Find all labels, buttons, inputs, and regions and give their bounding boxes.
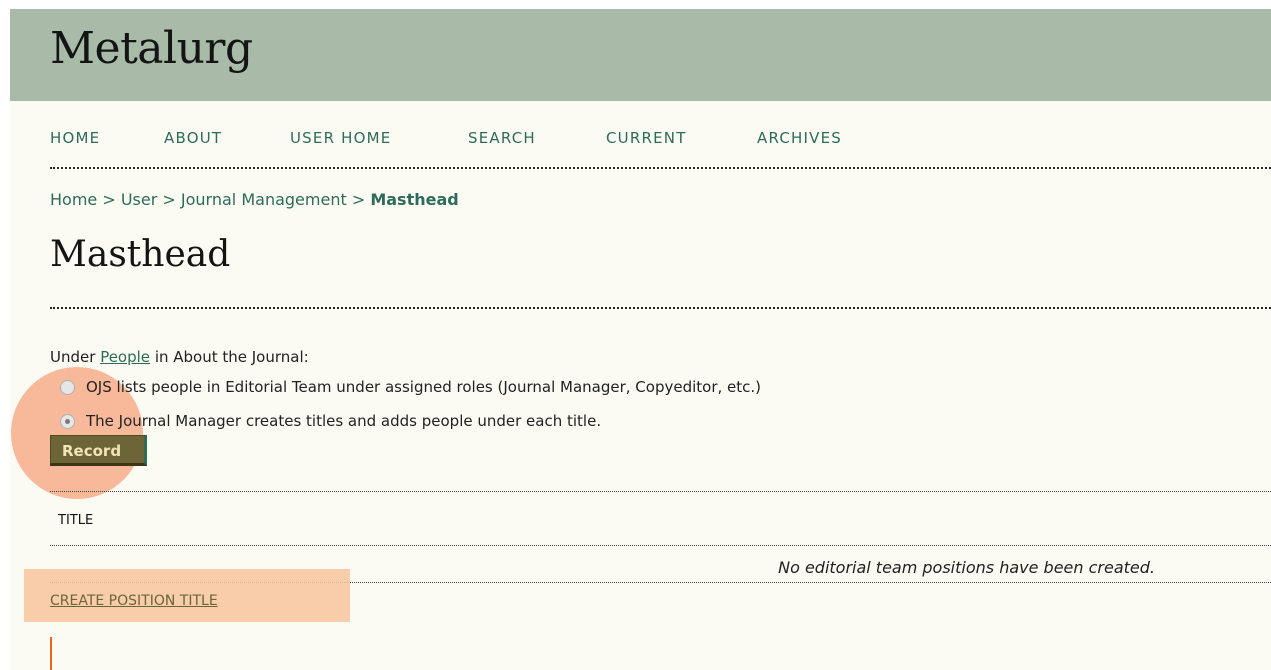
breadcrumb-home[interactable]: Home [50,190,97,209]
table-top-rule [50,491,1271,492]
nav-about[interactable]: ABOUT [164,129,222,147]
people-intro: Under People in About the Journal: [50,348,309,366]
nav-search[interactable]: SEARCH [468,129,536,147]
breadcrumb-separator: > [351,190,366,209]
people-link[interactable]: People [100,348,150,366]
table-header-rule [50,545,1271,546]
nav-current[interactable]: CURRENT [606,129,687,147]
radio-ojs-lists[interactable] [60,379,75,395]
site-title: Metalurg [50,23,253,74]
page-title: Masthead [50,234,231,275]
breadcrumb-separator: > [162,190,176,209]
intro-suffix: in About the Journal: [154,348,309,366]
column-header-title: TITLE [58,513,94,528]
breadcrumb-user[interactable]: User [121,190,157,209]
page: Metalurg HOME ABOUT USER HOME SEARCH CUR… [10,9,1271,670]
nav-home[interactable]: HOME [50,129,100,147]
record-button[interactable]: Record [50,435,147,466]
breadcrumb-current[interactable]: Masthead [370,190,458,209]
main-nav: HOME ABOUT USER HOME SEARCH CURRENT ARCH… [50,127,1271,169]
breadcrumb: Home > User > Journal Management > Masth… [50,190,459,209]
title-divider [50,307,1271,309]
nav-user-home[interactable]: USER HOME [290,129,391,147]
empty-message: No editorial team positions have been cr… [778,558,1155,577]
option-ojs-lists[interactable]: OJS lists people in Editorial Team under… [60,378,761,396]
nav-archives[interactable]: ARCHIVES [757,129,842,147]
text-cursor [50,637,52,670]
option-manager-creates[interactable]: The Journal Manager creates titles and a… [60,412,601,430]
radio-manager-creates[interactable] [60,413,75,429]
breadcrumb-journal-management[interactable]: Journal Management [181,190,347,209]
site-header: Metalurg [10,9,1271,101]
option-manager-creates-label: The Journal Manager creates titles and a… [86,412,602,430]
breadcrumb-separator: > [102,190,116,209]
intro-prefix: Under [50,348,96,366]
option-ojs-lists-label: OJS lists people in Editorial Team under… [86,378,762,396]
create-position-title-link[interactable]: CREATE POSITION TITLE [50,593,218,609]
